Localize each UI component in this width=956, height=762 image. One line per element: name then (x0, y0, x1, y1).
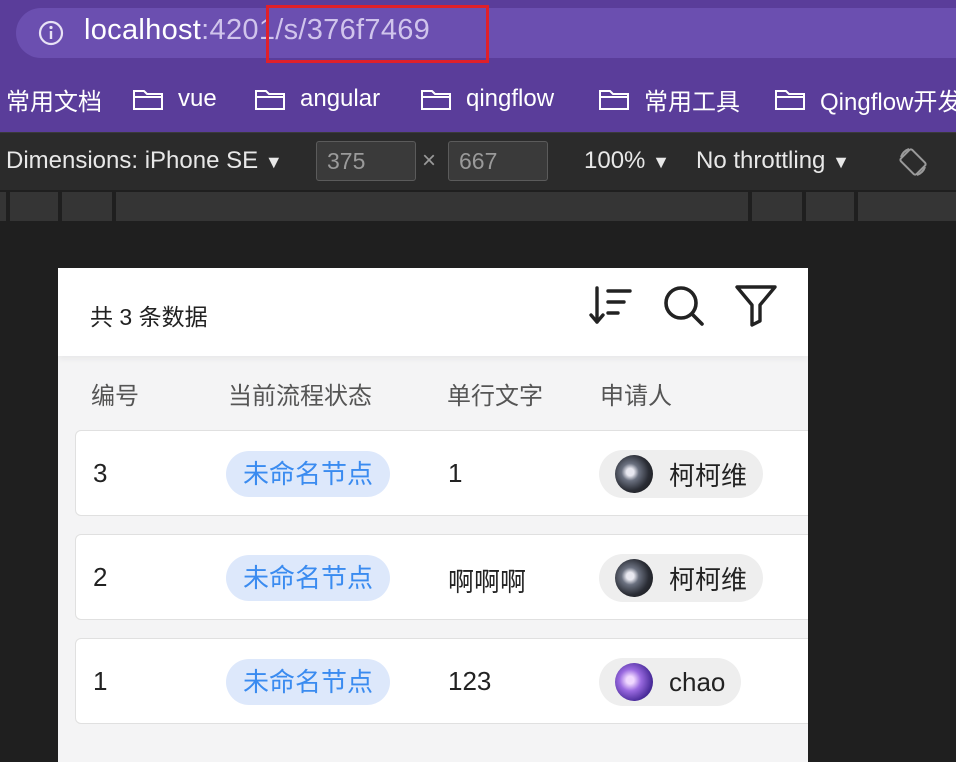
dimensions-select[interactable]: Dimensions: iPhone SE ▼ (6, 147, 283, 175)
height-input[interactable]: 667 (448, 141, 548, 181)
bookmark-label: 常用工具 (644, 88, 740, 116)
bookmark-label: qingflow (466, 85, 555, 112)
device-viewport: 共 3 条数据 编号 当前流程状态 单行文字 申请人 3 未命名节点 1 柯柯维… (58, 268, 808, 762)
bookmark-label: angular (300, 85, 381, 112)
folder-icon (133, 90, 163, 110)
table-row[interactable]: 3 未命名节点 1 柯柯维 (75, 430, 808, 516)
ruler-segment[interactable] (0, 192, 6, 221)
throttling-label: No throttling (696, 147, 826, 174)
avatar (615, 455, 653, 493)
status-badge: 未命名节点 (226, 555, 391, 601)
bookmarks-bar: 常用文档 vue angular qingflow 常用工具 Qingflow开… (0, 66, 956, 132)
row-text: 123 (448, 666, 492, 696)
bookmark-label: Qingflow开发 (820, 88, 956, 116)
row-id: 1 (93, 666, 108, 696)
bookmark-common-docs[interactable]: 常用文档 (6, 84, 102, 116)
avatar (615, 559, 653, 597)
caret-down-icon: ▼ (832, 152, 850, 172)
zoom-label: 100% (584, 147, 646, 174)
column-header-id[interactable]: 编号 (91, 376, 139, 411)
ruler-segment[interactable] (752, 192, 802, 221)
sort-icon[interactable] (588, 282, 634, 328)
device-toolbar: Dimensions: iPhone SE ▼ 375 × 667 100% ▼… (0, 132, 956, 191)
ruler-segment[interactable] (806, 192, 854, 221)
bookmark-qingflow-dev[interactable]: Qingflow开发 (774, 84, 956, 116)
bookmark-label: vue (178, 85, 217, 112)
row-text: 啊啊啊 (448, 567, 527, 597)
status-badge: 未命名节点 (226, 451, 391, 497)
column-header-status[interactable]: 当前流程状态 (228, 376, 372, 411)
row-id: 2 (93, 562, 108, 592)
zoom-select[interactable]: 100% ▼ (584, 147, 670, 175)
folder-icon (775, 90, 805, 110)
applicant-chip: 柯柯维 (599, 450, 764, 498)
applicant-chip: chao (599, 658, 742, 706)
avatar (615, 663, 653, 701)
ruler-segment[interactable] (10, 192, 58, 221)
column-header-text[interactable]: 单行文字 (447, 376, 543, 411)
status-badge: 未命名节点 (226, 659, 391, 705)
info-icon[interactable] (38, 20, 64, 46)
ruler-segment[interactable] (858, 192, 956, 221)
applicant-name: 柯柯维 (669, 460, 748, 491)
throttling-select[interactable]: No throttling ▼ (696, 147, 850, 175)
caret-down-icon: ▼ (264, 152, 283, 172)
browser-address-bar: localhost:4201/s/376f7469 (0, 0, 956, 66)
bookmark-angular[interactable]: angular (254, 84, 380, 114)
folder-icon (255, 90, 285, 110)
table-row[interactable]: 2 未命名节点 啊啊啊 柯柯维 (75, 534, 808, 620)
folder-icon (599, 90, 629, 110)
row-id: 3 (93, 458, 108, 488)
bookmark-qingflow[interactable]: qingflow (420, 84, 554, 114)
list-header-bar: 共 3 条数据 (58, 268, 808, 356)
table-row[interactable]: 1 未命名节点 123 chao (75, 638, 808, 724)
dimensions-label: Dimensions: iPhone SE (6, 147, 259, 174)
search-icon[interactable] (660, 282, 706, 328)
media-query-ruler (0, 190, 956, 224)
applicant-name: 柯柯维 (669, 564, 748, 595)
filter-icon[interactable] (733, 282, 779, 328)
applicant-name: chao (669, 666, 726, 697)
rotate-icon[interactable] (896, 145, 930, 179)
caret-down-icon: ▼ (652, 152, 670, 172)
width-input[interactable]: 375 (316, 141, 416, 181)
folder-icon (421, 90, 451, 110)
row-text: 1 (448, 458, 463, 488)
times-sign: × (422, 147, 437, 174)
ruler-segment[interactable] (116, 192, 748, 221)
url-highlight-box (266, 5, 489, 63)
ruler-segment[interactable] (62, 192, 112, 221)
record-count: 共 3 条数据 (90, 304, 208, 330)
bookmark-label: 常用文档 (6, 88, 102, 116)
bookmark-vue[interactable]: vue (132, 84, 217, 114)
column-header-applicant[interactable]: 申请人 (600, 376, 672, 411)
bookmark-common-tools[interactable]: 常用工具 (598, 84, 740, 116)
url-host: localhost (84, 14, 202, 46)
applicant-chip: 柯柯维 (599, 554, 764, 602)
